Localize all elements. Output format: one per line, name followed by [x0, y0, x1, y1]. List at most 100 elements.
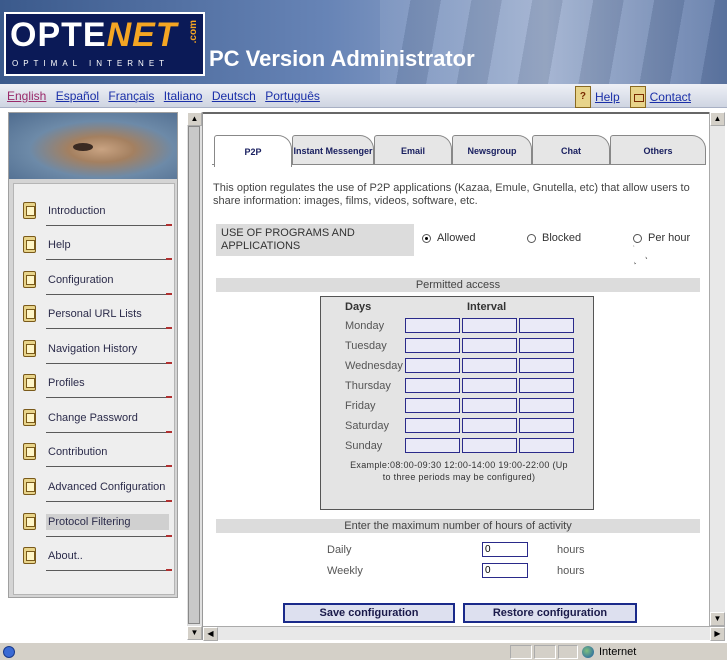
interval-field[interactable] — [405, 398, 460, 413]
scroll-right-arrow-icon[interactable]: ▶ — [710, 627, 725, 641]
horizontal-scrollbar[interactable]: ◀ ▶ — [203, 626, 725, 641]
interval-field[interactable] — [405, 418, 460, 433]
frame-splitter-scrollbar[interactable]: ▲ ▼ — [187, 112, 203, 640]
book-icon — [23, 202, 36, 219]
sidebar-item-protocol-filtering[interactable]: Protocol Filtering — [14, 507, 174, 537]
book-icon — [23, 374, 36, 391]
sidebar-item-configuration[interactable]: Configuration — [14, 265, 174, 295]
save-configuration-button[interactable]: Save configuration — [283, 603, 455, 623]
divider — [46, 500, 172, 502]
tab-email[interactable]: Email — [374, 135, 452, 165]
interval-field[interactable] — [405, 438, 460, 453]
optenet-logo[interactable]: OPTENET .com OPTIMAL INTERNET — [4, 12, 205, 76]
language-link-deutsch[interactable]: Deutsch — [212, 89, 256, 103]
scroll-up-arrow-icon[interactable]: ▲ — [187, 112, 202, 126]
interval-field[interactable] — [519, 418, 574, 433]
language-bar: English Español Français Italiano Deutsc… — [0, 84, 727, 108]
tab-chat[interactable]: Chat — [532, 135, 610, 165]
daily-hours-input[interactable]: 0 — [482, 542, 528, 557]
help-link[interactable]: Help — [595, 90, 620, 104]
interval-field[interactable] — [519, 318, 574, 333]
interval-field[interactable] — [519, 378, 574, 393]
interval-field[interactable] — [405, 338, 460, 353]
scroll-up-arrow-icon[interactable]: ▲ — [710, 112, 725, 126]
book-icon — [23, 236, 36, 253]
radio-blocked[interactable]: Blocked — [527, 232, 581, 244]
radio-allowed[interactable]: Allowed — [422, 232, 476, 244]
language-links: English Español Français Italiano Deutsc… — [7, 89, 326, 103]
sidebar-item-help[interactable]: Help — [14, 230, 174, 260]
sidebar-item-label: Profiles — [48, 377, 85, 389]
security-zone-label: Internet — [599, 646, 637, 658]
logo-tagline: OPTIMAL INTERNET — [12, 59, 170, 68]
sidebar-item-personal-url-lists[interactable]: Personal URL Lists — [14, 299, 174, 329]
radio-label: Per hour — [648, 232, 691, 244]
interval-field[interactable] — [462, 378, 517, 393]
sidebar-item-profiles[interactable]: Profiles — [14, 368, 174, 398]
scrollbar-thumb[interactable] — [188, 126, 200, 624]
book-icon — [23, 409, 36, 426]
book-icon — [23, 271, 36, 288]
weekly-hours-input[interactable]: 0 — [482, 563, 528, 578]
scroll-left-arrow-icon[interactable]: ◀ — [203, 627, 218, 641]
interval-field[interactable] — [519, 338, 574, 353]
sidebar-item-navigation-history[interactable]: Navigation History — [14, 334, 174, 364]
interval-field[interactable] — [462, 338, 517, 353]
radio-icon[interactable] — [527, 233, 536, 243]
vertical-scrollbar[interactable]: ▲ ▼ — [709, 112, 725, 626]
interval-field[interactable] — [405, 318, 460, 333]
book-icon — [23, 305, 36, 322]
tab-newsgroup[interactable]: Newsgroup — [452, 135, 532, 165]
divider — [46, 431, 172, 433]
language-link-espanol[interactable]: Español — [56, 89, 99, 103]
interval-field[interactable] — [462, 358, 517, 373]
sidebar-item-label: Advanced Configuration — [48, 481, 166, 493]
interval-field[interactable] — [405, 378, 460, 393]
interval-field[interactable] — [462, 318, 517, 333]
sidebar-item-advanced-configuration[interactable]: Advanced Configuration — [14, 472, 174, 502]
language-link-italiano[interactable]: Italiano — [164, 89, 203, 103]
tab-others[interactable]: Others — [610, 135, 706, 165]
internet-zone-globe-icon — [582, 646, 594, 658]
interval-field[interactable] — [519, 358, 574, 373]
daily-label: Daily — [327, 544, 352, 556]
interval-column-header: Interval — [467, 301, 507, 313]
scroll-down-arrow-icon[interactable]: ▼ — [710, 612, 725, 626]
restore-configuration-button[interactable]: Restore configuration — [463, 603, 637, 623]
scroll-down-arrow-icon[interactable]: ▼ — [187, 626, 202, 640]
radio-per-hour[interactable]: Per hour — [633, 232, 690, 244]
interval-field[interactable] — [462, 418, 517, 433]
radio-selected-icon[interactable] — [422, 233, 431, 243]
sidebar-item-about[interactable]: About.. — [14, 541, 174, 571]
days-column-header: Days — [345, 301, 372, 313]
book-icon — [23, 478, 36, 495]
language-link-english[interactable]: English — [7, 89, 46, 103]
help-book-icon[interactable]: ? — [574, 86, 591, 108]
interval-field[interactable] — [519, 438, 574, 453]
sidebar-item-label: Introduction — [48, 205, 106, 217]
contact-link[interactable]: Contact — [650, 90, 691, 104]
language-link-francais[interactable]: Français — [108, 89, 154, 103]
permitted-access-header: Permitted access — [216, 278, 700, 292]
sidebar-item-label: Change Password — [48, 412, 138, 424]
weekly-label: Weekly — [327, 565, 363, 577]
interval-field[interactable] — [405, 358, 460, 373]
day-label: Saturday — [345, 420, 390, 432]
logo-dotcom: .com — [188, 20, 199, 44]
interval-field[interactable] — [462, 438, 517, 453]
sidebar-item-label: Help — [48, 239, 71, 251]
sidebar-item-change-password[interactable]: Change Password — [14, 403, 174, 433]
schedule-table: Days Interval Monday Tuesday Wednesday T… — [320, 296, 594, 510]
radio-icon[interactable] — [633, 233, 642, 243]
interval-example-text: Example:08:00-09:30 12:00-14:00 19:00-22… — [350, 460, 568, 482]
sidebar-item-introduction[interactable]: Introduction — [14, 196, 174, 226]
sidebar-item-contribution[interactable]: Contribution — [14, 437, 174, 467]
interval-field[interactable] — [519, 398, 574, 413]
sidebar-menu: Introduction Help Configuration Personal… — [13, 183, 175, 595]
language-link-portugues[interactable]: Português — [265, 89, 320, 103]
interval-field[interactable] — [462, 398, 517, 413]
tab-instant-messenger[interactable]: Instant Messenger — [292, 135, 374, 165]
browser-status-bar: Internet — [0, 642, 727, 660]
contact-envelope-icon[interactable] — [629, 86, 646, 108]
tab-p2p[interactable]: P2P — [214, 135, 292, 167]
